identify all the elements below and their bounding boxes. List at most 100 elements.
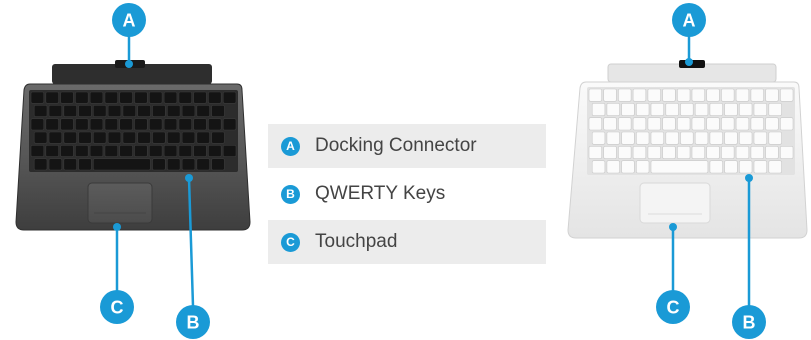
dark-key [163,145,178,157]
light-key [676,117,691,131]
light-key [691,88,705,102]
light-key [691,146,705,159]
light-key [768,160,782,174]
legend-label-docking-connector: Docking Connector [315,135,477,156]
dark-key [178,145,192,157]
light-key [750,117,764,131]
light-key [662,117,676,131]
light-key [676,88,691,102]
dark-key [93,158,151,171]
dark-key [178,91,192,104]
dark-callout-a-letter: A [123,11,136,31]
legend-badge-a: A [281,136,300,156]
legend-badge-b: B [281,184,300,204]
light-key [768,103,782,116]
light-key [706,146,720,159]
dark-key [181,131,196,144]
dark-key [134,145,148,157]
dark-key [196,105,210,117]
light-key [588,146,602,159]
dark-key [78,158,92,171]
light-callout-c: C [656,290,690,324]
dark-key [137,131,151,144]
dark-key [222,118,237,131]
light-key [709,131,723,145]
light-key [765,88,779,102]
light-key [721,117,735,131]
dark-key [181,158,196,171]
light-key [606,103,620,116]
dark-key [211,158,225,171]
legend-row-docking-connector: A Docking Connector [268,124,546,168]
dark-key [149,91,163,104]
dark-key [137,105,151,117]
legend-label-touchpad: Touchpad [315,231,398,252]
dark-key [33,158,48,171]
dark-key [149,145,163,157]
light-key [635,160,650,174]
dark-key [193,91,207,104]
dark-key [93,105,107,117]
light-callout-b: B [732,305,766,339]
dark-key [119,118,133,131]
light-callout-b-anchor [745,174,753,182]
dark-key [48,158,63,171]
light-key [765,117,779,131]
light-key [738,103,753,116]
light-key [779,117,794,131]
light-key [635,103,650,116]
dark-key [222,145,237,157]
dark-key [45,145,59,157]
dark-callout-a-anchor [125,60,133,68]
light-key [706,117,720,131]
light-key [735,117,750,131]
dark-key [167,158,181,171]
light-callout-c-anchor [669,223,677,231]
dark-key [152,131,166,144]
dark-key [119,145,133,157]
light-key [621,160,635,174]
dark-key [163,118,178,131]
dark-key [63,105,77,117]
light-key [753,103,767,116]
light-key [618,88,632,102]
dark-key [33,131,48,144]
light-key [750,88,764,102]
dark-key [60,118,74,131]
legend-row-touchpad: C Touchpad [268,220,546,264]
dark-callout-b: B [176,305,210,339]
light-key [709,160,723,174]
light-key [676,146,691,159]
dark-key [181,105,196,117]
dark-key [196,158,210,171]
dark-key [222,91,237,104]
light-key [721,88,735,102]
light-callout-c-letter: C [667,298,680,318]
light-key [694,103,709,116]
light-key [738,160,753,174]
dark-key [211,131,225,144]
dark-key [63,158,77,171]
dark-key [63,131,77,144]
dark-key [193,145,207,157]
light-key [768,131,782,145]
dark-key [134,91,148,104]
light-key [779,146,794,159]
light-key [662,88,676,102]
dark-key [75,91,89,104]
light-key [724,160,738,174]
dark-key [78,131,92,144]
light-key [721,146,735,159]
dark-touchpad [87,182,153,224]
dark-key [208,145,222,157]
dark-key [122,131,137,144]
light-callout-a-anchor [685,58,693,66]
dark-key [104,145,119,157]
light-key [765,146,779,159]
dark-key [167,105,181,117]
legend-label-qwerty-keys: QWERTY Keys [315,183,446,204]
dark-key [33,105,48,117]
light-key [588,117,602,131]
dark-key [30,91,45,104]
light-key [635,131,650,145]
